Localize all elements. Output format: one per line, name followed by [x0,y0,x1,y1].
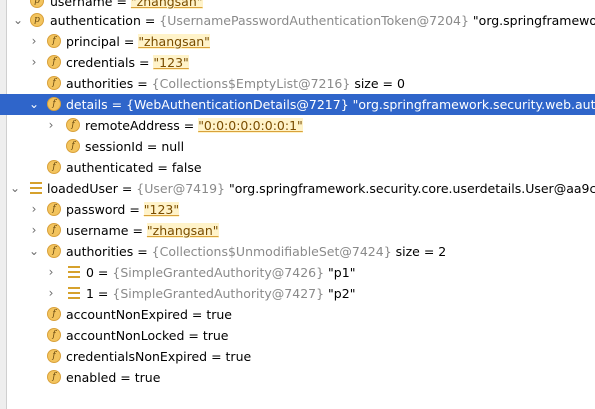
field-icon: f [47,328,61,342]
variable-row-authority-1[interactable]: › 1 = {SimpleGrantedAuthority@7427} "p2" [0,283,595,304]
variable-value: size = 0 [350,76,405,91]
object-ref: {Collections$UnmodifiableSet@7424} [151,244,392,259]
variable-row-credentialsnonexpired[interactable]: f credentialsNonExpired = true [0,346,595,367]
variable-row-sessionid[interactable]: f sessionId = null [0,136,595,157]
variable-name: accountNonLocked [66,328,185,343]
variable-name: enabled [66,370,117,385]
variable-name: sessionId [85,139,143,154]
field-icon: f [47,34,61,48]
field-icon: f [66,118,80,132]
variable-value: true [202,328,229,343]
object-ref: {UsernamePasswordAuthenticationToken@720… [159,13,469,28]
variable-value: "123" [153,55,189,70]
expand-arrow-icon[interactable]: › [28,31,40,52]
variable-name: password [66,202,126,217]
field-icon: f [47,307,61,321]
variable-row-authority-0[interactable]: › 0 = {SimpleGrantedAuthority@7426} "p1" [0,262,595,283]
variable-value: "p1" [324,265,356,280]
variable-value: "123" [143,202,180,217]
field-icon: f [66,139,80,153]
variable-name: username [66,223,129,238]
variable-name: authentication [50,13,141,28]
variable-name: loadedUser [47,181,118,196]
variable-value: "org.springframework.security [472,13,595,28]
variable-value: "zhangsan" [146,223,219,238]
variable-row-accountnonexpired[interactable]: f accountNonExpired = true [0,304,595,325]
variable-name: 1 [86,286,94,301]
object-ref: {SimpleGrantedAuthority@7427} [112,286,325,301]
object-ref: {Collections$EmptyList@7216} [151,76,351,91]
variable-row-enabled[interactable]: f enabled = true [0,367,595,388]
variable-row-password[interactable]: › f password = "123" [0,199,595,220]
object-ref: {WebAuthenticationDetails@7217} [126,97,349,112]
field-icon: f [47,349,61,363]
collapse-arrow-icon[interactable]: ⌄ [28,94,40,115]
expand-arrow-icon[interactable]: › [28,52,40,73]
variable-name: authorities [66,244,134,259]
expand-arrow-icon[interactable]: › [45,262,57,283]
variable-row-remoteaddress[interactable]: › f remoteAddress = "0:0:0:0:0:0:0:1" [0,115,595,136]
object-ref: {SimpleGrantedAuthority@7426} [112,265,325,280]
field-icon: f [47,76,61,90]
field-icon: f [47,223,61,237]
expand-arrow-icon[interactable]: › [28,220,40,241]
field-icon: f [47,97,61,111]
variable-value: "0:0:0:0:0:0:0:1" [198,118,303,133]
variable-value: "zhangsan" [130,0,203,9]
field-icon: f [47,370,61,384]
variable-name: accountNonExpired [66,307,188,322]
variable-name: authorities [66,76,134,91]
variable-row-credentials[interactable]: › f credentials = "123" [0,52,595,73]
variable-value: size = 2 [391,244,447,259]
array-element-icon [68,287,80,299]
variable-name: principal [66,34,120,49]
variable-row-authentication[interactable]: ⌄ p authentication = {UsernamePasswordAu… [0,10,595,31]
variable-name: credentials [66,55,135,70]
variable-name: details [66,97,108,112]
variable-name: credentialsNonExpired [66,349,208,364]
variable-value: "org.springframework.security.core.userd… [228,181,595,196]
collapse-arrow-icon[interactable]: ⌄ [9,178,21,199]
variable-name: authenticated [66,160,154,175]
object-ref: {User@7419} [136,181,225,196]
protected-field-icon: p [30,13,44,27]
variable-row-loadeduser[interactable]: ⌄ loadedUser = {User@7419} "org.springfr… [0,178,595,199]
variable-name: username [50,0,113,9]
variable-value: "zhangsan" [138,34,210,49]
variable-row-principal[interactable]: › f principal = "zhangsan" [0,31,595,52]
collapse-arrow-icon[interactable]: ⌄ [28,241,40,262]
protected-field-icon: p [30,0,44,8]
expand-arrow-icon[interactable]: › [45,115,57,136]
collapse-arrow-icon[interactable]: ⌄ [12,10,24,31]
local-variable-icon [30,182,42,194]
variable-row-authorities[interactable]: f authorities = {Collections$EmptyList@7… [0,73,595,94]
field-icon: f [47,202,61,216]
variable-row-accountnonlocked[interactable]: f accountNonLocked = true [0,325,595,346]
expand-arrow-icon[interactable]: › [45,283,57,304]
field-icon: f [47,244,61,258]
expand-arrow-icon[interactable]: › [28,199,40,220]
variable-row-details[interactable]: ⌄ f details = {WebAuthenticationDetails@… [0,94,595,115]
variable-row-username[interactable]: › f username = "zhangsan" [0,220,595,241]
variable-name: 0 [86,265,94,280]
variable-value: true [225,349,252,364]
variable-value: "org.springframework.security.web.authen… [352,97,595,112]
variable-value: false [171,160,202,175]
variable-value: true [134,370,161,385]
variable-row-authorities[interactable]: ⌄ f authorities = {Collections$Unmodifia… [0,241,595,262]
array-element-icon [68,266,80,278]
variable-value: true [206,307,232,322]
variable-value: "p2" [324,286,356,301]
field-icon: f [47,160,61,174]
variable-row-authenticated[interactable]: f authenticated = false [0,157,595,178]
variable-name: remoteAddress [85,118,180,133]
variable-value: null [161,139,185,154]
field-icon: f [47,55,61,69]
